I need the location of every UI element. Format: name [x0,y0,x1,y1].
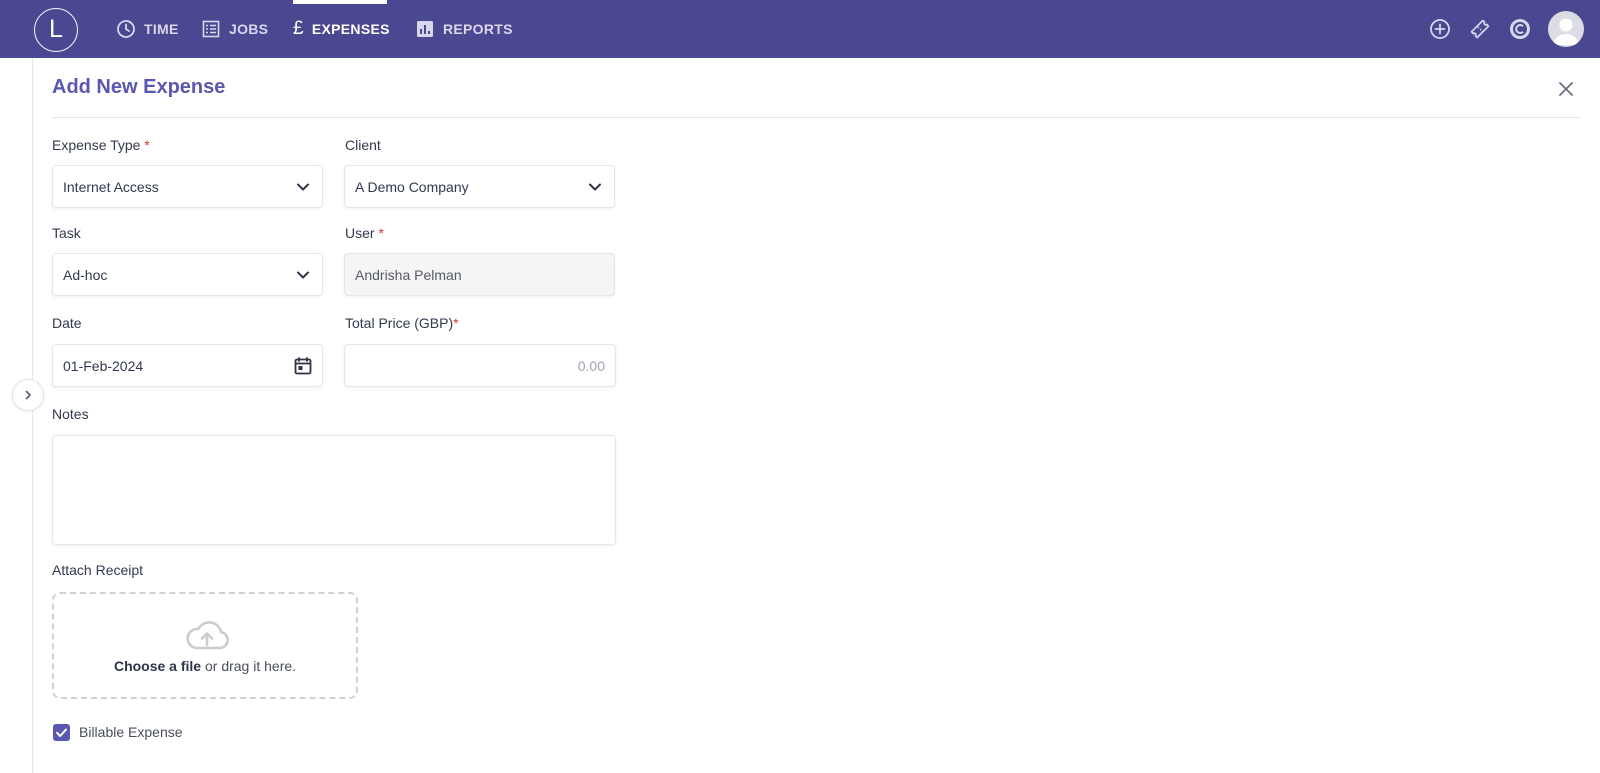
app-logo[interactable]: L [34,8,78,52]
task-label: Task [52,225,81,241]
expense-type-label: Expense Type * [52,137,150,153]
chevron-down-icon [589,183,601,191]
user-label: User * [345,225,384,241]
user-value: Andrisha Pelman [355,266,462,283]
client-select[interactable]: A Demo Company [344,165,615,208]
total-price-input[interactable]: 0.00 [344,344,616,387]
nav-jobs[interactable]: JOBS [201,0,268,58]
clock-icon [116,19,136,39]
add-circle-icon[interactable] [1428,17,1452,41]
calendar-icon[interactable] [293,356,313,376]
nav-time-label: TIME [144,21,179,37]
expense-type-select[interactable]: Internet Access [52,165,323,208]
nav-time[interactable]: TIME [116,0,179,58]
date-label: Date [52,315,82,331]
task-value: Ad-hoc [63,266,108,283]
header-divider [52,117,1579,118]
task-select[interactable]: Ad-hoc [52,253,323,296]
billable-checkbox[interactable] [53,724,70,741]
page-title: Add New Expense [52,76,226,98]
choose-file-link[interactable]: Choose a file [114,658,201,674]
dropzone-text: Choose a file or drag it here. [54,658,356,674]
client-label: Client [345,137,381,153]
client-value: A Demo Company [355,178,469,195]
chevron-down-icon [297,271,309,279]
sidebar-strip [0,58,33,773]
sidebar-expand-button[interactable] [12,379,44,411]
list-icon [201,19,221,39]
cloud-upload-icon [186,621,229,650]
chevron-right-icon [25,390,31,400]
nav-expenses[interactable]: £ EXPENSES [293,0,390,58]
nav-expenses-label: EXPENSES [311,21,390,37]
nav-reports-label: REPORTS [443,21,513,37]
required-marker: * [144,137,150,153]
required-marker: * [378,225,384,241]
attach-receipt-label: Attach Receipt [52,562,144,578]
avatar[interactable] [1548,11,1584,47]
nav-jobs-label: JOBS [229,21,269,37]
date-input[interactable]: 01-Feb-2024 [52,344,323,387]
required-marker: * [453,315,459,331]
drag-hint: or drag it here. [201,658,297,674]
nav-reports[interactable]: REPORTS [415,0,513,58]
bar-chart-icon [415,19,435,39]
chevron-down-icon [297,183,309,191]
notes-label: Notes [52,406,89,422]
close-icon[interactable] [1556,79,1576,99]
date-value: 01-Feb-2024 [63,357,144,374]
expense-type-value: Internet Access [63,178,159,195]
pound-icon: £ [293,18,304,39]
check-icon [56,728,67,737]
billable-label[interactable]: Billable Expense [79,724,183,740]
total-price-placeholder: 0.00 [577,357,605,374]
user-field: Andrisha Pelman [344,253,615,296]
c-logo-icon[interactable] [1508,17,1532,41]
ticket-icon[interactable] [1468,17,1492,41]
top-nav-bar: L TIME JOBS £ EXPENSES REPORTS [0,0,1600,58]
total-price-label: Total Price (GBP)* [345,315,459,331]
receipt-dropzone[interactable]: Choose a file or drag it here. [52,592,358,699]
notes-textarea[interactable] [52,435,616,545]
